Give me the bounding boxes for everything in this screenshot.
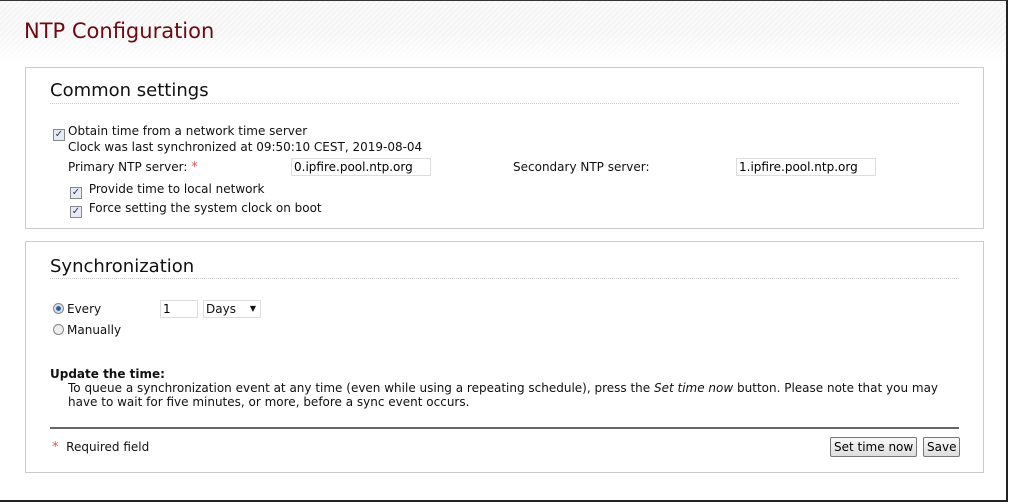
provide-time-label: Provide time to local network	[88, 182, 265, 196]
text: To queue a synchronization event at any …	[68, 381, 654, 395]
radio-selected-icon[interactable]	[53, 303, 64, 314]
checkbox-checked-icon[interactable]: ✓	[53, 129, 65, 141]
secondary-ntp-label: Secondary NTP server:	[513, 160, 650, 174]
manually-label: Manually	[67, 323, 122, 337]
synchronization-section: Synchronization Every Manually Days ▼ Upd…	[25, 241, 984, 473]
section-heading: Common settings	[50, 80, 209, 101]
common-settings-section: Common settings ✓ Obtain time from a netw…	[25, 67, 984, 229]
force-clock-checkbox[interactable]: ✓ Force setting the system clock on boot	[70, 201, 322, 218]
unit-selected: Days	[206, 302, 236, 316]
manually-radio[interactable]: Manually	[53, 323, 121, 337]
footer-divider	[50, 427, 959, 429]
every-label: Every	[67, 302, 102, 316]
text: have to wait for five minutes, or more, …	[68, 395, 470, 409]
obtain-time-checkbox[interactable]: ✓ Obtain time from a network time server	[53, 124, 307, 141]
update-description: To queue a synchronization event at any …	[68, 381, 938, 409]
text: button. Please note that you may	[733, 381, 939, 395]
label-text: Primary NTP server:	[68, 160, 188, 174]
set-time-now-button[interactable]: Set time now	[830, 437, 918, 457]
window: NTP Configuration Common settings ✓ Obtai…	[0, 0, 1008, 502]
secondary-ntp-input[interactable]	[736, 158, 876, 176]
interval-input[interactable]	[160, 300, 198, 318]
section-heading: Synchronization	[50, 256, 195, 277]
primary-ntp-label: Primary NTP server: *	[68, 160, 198, 175]
text-emphasis: Set time now	[653, 381, 734, 395]
page-title: NTP Configuration	[24, 19, 215, 43]
unit-select[interactable]: Days ▼	[203, 300, 261, 318]
required-field-note: * Required field	[52, 440, 149, 455]
every-radio[interactable]: Every	[53, 302, 101, 316]
primary-ntp-input[interactable]	[291, 158, 431, 176]
provide-time-checkbox[interactable]: ✓ Provide time to local network	[70, 182, 264, 199]
divider	[50, 278, 959, 279]
update-heading: Update the time:	[50, 367, 165, 381]
force-clock-label: Force setting the system clock on boot	[88, 201, 322, 215]
required-star-icon: *	[191, 160, 198, 175]
required-star-icon: *	[52, 440, 59, 455]
last-sync-status: Clock was last synchronized at 09:50:10 …	[68, 140, 423, 154]
radio-unselected-icon[interactable]	[53, 324, 64, 335]
checkbox-checked-icon[interactable]: ✓	[70, 206, 82, 218]
dropdown-arrow-icon: ▼	[249, 304, 256, 313]
save-button[interactable]: Save	[923, 437, 961, 457]
divider	[50, 103, 959, 104]
obtain-time-label: Obtain time from a network time server	[68, 124, 308, 138]
required-label: Required field	[66, 440, 150, 454]
checkbox-checked-icon[interactable]: ✓	[70, 187, 82, 199]
